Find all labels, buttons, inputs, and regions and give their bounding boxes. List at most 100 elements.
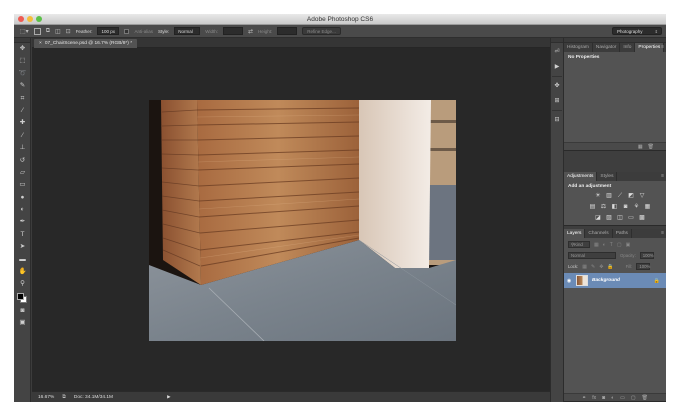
- lock-transparent-icon[interactable]: ▦: [582, 264, 587, 270]
- blur-tool-icon[interactable]: ●: [14, 192, 31, 204]
- move-tool-icon[interactable]: ✥: [14, 43, 31, 55]
- kind-filter-select[interactable]: ⚲ Kind: [568, 241, 590, 248]
- healing-brush-tool-icon[interactable]: ✚: [14, 117, 31, 129]
- black-white-icon[interactable]: ◧: [611, 204, 618, 210]
- lasso-tool-icon[interactable]: ➰: [14, 68, 31, 80]
- width-input[interactable]: [223, 27, 243, 35]
- rectangular-marquee-tool-icon[interactable]: ⬚: [14, 55, 31, 67]
- vibrance-icon[interactable]: ▽: [639, 193, 646, 199]
- levels-icon[interactable]: ▥: [606, 193, 613, 199]
- dock-grip[interactable]: [551, 38, 563, 43]
- hand-tool-icon[interactable]: ✋: [14, 266, 31, 278]
- style-select[interactable]: Normal: [174, 27, 201, 35]
- zoom-level[interactable]: 16.67%: [38, 395, 54, 400]
- height-input[interactable]: [277, 27, 298, 35]
- status-menu-arrow-icon[interactable]: ▶: [167, 394, 170, 400]
- share-icon[interactable]: ⧉: [62, 394, 66, 400]
- panel-menu-icon[interactable]: ≡: [661, 44, 664, 50]
- eye-icon[interactable]: ◉: [564, 278, 574, 284]
- blend-mode-select[interactable]: Normal: [568, 252, 616, 259]
- lock-image-icon[interactable]: ✎: [591, 264, 595, 270]
- exposure-icon[interactable]: ◩: [628, 193, 635, 199]
- eraser-tool-icon[interactable]: ▱: [14, 167, 31, 179]
- gradient-tool-icon[interactable]: ▭: [14, 179, 31, 191]
- link-layers-icon[interactable]: ⚭: [582, 395, 586, 401]
- opacity-input[interactable]: 100%: [639, 252, 654, 259]
- history-brush-tool-icon[interactable]: ↺: [14, 155, 31, 167]
- eyedropper-tool-icon[interactable]: ⁄: [14, 105, 31, 117]
- panel-menu-icon[interactable]: ≡: [661, 173, 664, 179]
- shape-filter-icon[interactable]: ▢: [617, 242, 622, 248]
- document-image[interactable]: [149, 100, 456, 341]
- intersect-selection-icon[interactable]: ⊡: [66, 28, 71, 35]
- trash-icon[interactable]: 🗑: [648, 144, 654, 150]
- clip-to-layer-icon[interactable]: ▦: [638, 144, 643, 150]
- adjustment-filter-icon[interactable]: ◐: [603, 242, 606, 248]
- delete-layer-icon[interactable]: 🗑: [642, 395, 648, 401]
- new-group-icon[interactable]: ▭: [620, 395, 625, 401]
- history-panel-icon[interactable]: ⏎: [551, 46, 563, 58]
- pixel-filter-icon[interactable]: ▦: [594, 242, 599, 248]
- new-adjustment-icon[interactable]: ◐: [611, 395, 614, 401]
- swap-dimensions-icon[interactable]: ⇄: [248, 28, 253, 35]
- new-layer-icon[interactable]: ▢: [631, 395, 636, 401]
- curves-icon[interactable]: ⟋: [617, 193, 624, 199]
- posterize-icon[interactable]: ▨: [606, 215, 613, 221]
- brightness-contrast-icon[interactable]: ☀: [595, 193, 602, 199]
- feather-input[interactable]: 100 px: [97, 27, 120, 35]
- tab-styles[interactable]: Styles: [597, 172, 618, 181]
- dodge-tool-icon[interactable]: ◐: [14, 204, 31, 216]
- layer-style-icon[interactable]: fx: [592, 395, 596, 401]
- crop-tool-icon[interactable]: ⌗: [14, 93, 31, 105]
- threshold-icon[interactable]: ◫: [617, 215, 624, 221]
- rectangle-tool-icon[interactable]: ▬: [14, 254, 31, 266]
- gradient-map-icon[interactable]: ▭: [628, 215, 635, 221]
- selective-color-icon[interactable]: ▩: [639, 215, 646, 221]
- smart-object-filter-icon[interactable]: ▣: [626, 242, 631, 248]
- workspace-select[interactable]: Photography ⇕: [612, 27, 662, 35]
- pen-tool-icon[interactable]: ✒: [14, 216, 31, 228]
- tab-layers[interactable]: Layers: [564, 229, 586, 238]
- tab-properties[interactable]: Properties: [635, 43, 665, 52]
- layer-row-background[interactable]: ◉ Background 🔒: [564, 273, 666, 288]
- type-tool-icon[interactable]: T: [14, 229, 31, 241]
- clone-stamp-tool-icon[interactable]: ⊥: [14, 142, 31, 154]
- color-lookup-icon[interactable]: ▦: [644, 204, 651, 210]
- close-icon[interactable]: ×: [39, 41, 42, 46]
- tab-info[interactable]: Info: [620, 43, 636, 52]
- document-tab[interactable]: × 07_ChairScene.psd @ 16.7% (RGB/8*) *: [34, 39, 138, 48]
- channel-mixer-icon[interactable]: ⚘: [633, 204, 640, 210]
- tab-adjustments[interactable]: Adjustments: [564, 172, 598, 181]
- type-filter-icon[interactable]: T: [610, 242, 613, 248]
- character-panel-icon[interactable]: ⊞: [551, 95, 563, 107]
- marquee-preset-icon[interactable]: ⬚▾: [20, 28, 29, 35]
- panel-menu-icon[interactable]: ≡: [661, 230, 664, 236]
- subtract-from-selection-icon[interactable]: ◫: [55, 28, 61, 35]
- clone-source-icon[interactable]: ⊟: [551, 114, 563, 126]
- add-to-selection-icon[interactable]: ⧉: [46, 28, 50, 35]
- new-selection-icon[interactable]: [33, 27, 41, 35]
- photo-filter-icon[interactable]: ◙: [622, 204, 629, 210]
- tab-paths[interactable]: Paths: [613, 229, 632, 238]
- screen-mode-icon[interactable]: ▣: [14, 317, 31, 329]
- fill-input[interactable]: 100%: [636, 263, 651, 270]
- zoom-tool-icon[interactable]: ⚲: [14, 278, 31, 290]
- quick-selection-tool-icon[interactable]: ✎: [14, 80, 31, 92]
- foreground-color-swatch[interactable]: [17, 292, 24, 300]
- path-selection-tool-icon[interactable]: ➤: [14, 241, 31, 253]
- lock-position-icon[interactable]: ✥: [599, 264, 603, 270]
- add-mask-icon[interactable]: ◙: [602, 395, 605, 401]
- actions-panel-icon[interactable]: ▶: [551, 61, 563, 73]
- hue-saturation-icon[interactable]: ▤: [589, 204, 596, 210]
- anti-alias-checkbox[interactable]: [124, 28, 130, 34]
- invert-icon[interactable]: ◪: [595, 215, 602, 221]
- brush-presets-icon[interactable]: ✤: [551, 80, 563, 92]
- quick-mask-icon[interactable]: ◙: [14, 305, 31, 317]
- tab-histogram[interactable]: Histogram: [564, 43, 593, 52]
- refine-edge-button[interactable]: Refine Edge...: [302, 27, 341, 35]
- brush-tool-icon[interactable]: ∕: [14, 130, 31, 142]
- canvas-area[interactable]: [32, 48, 550, 391]
- tab-navigator[interactable]: Navigator: [593, 43, 621, 52]
- tab-channels[interactable]: Channels: [585, 229, 613, 238]
- lock-all-icon[interactable]: 🔒: [607, 264, 613, 270]
